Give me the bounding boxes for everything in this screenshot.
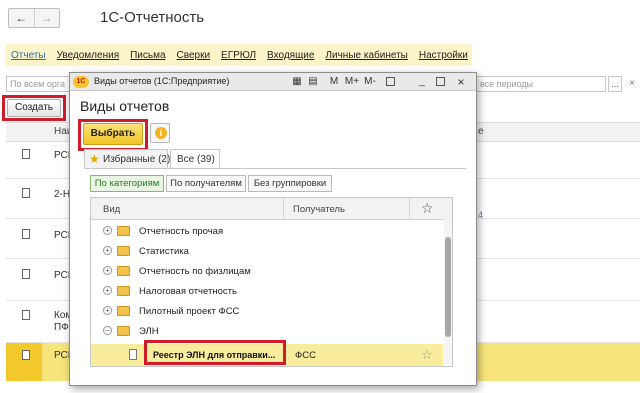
menu-item-reconciliations[interactable]: Сверки	[177, 50, 211, 61]
tree-group-row[interactable]: + Отчетность по физлицам	[91, 262, 443, 282]
favorite-column-star-icon[interactable]: ☆	[421, 200, 434, 217]
column-header-right[interactable]: е	[478, 126, 484, 137]
expand-icon[interactable]: +	[103, 226, 112, 235]
main-menu: Отчеты Уведомления Письма Сверки ЕГРЮЛ В…	[6, 44, 472, 66]
document-icon	[22, 149, 30, 159]
tree-group-row[interactable]: + Отчетность прочая	[91, 222, 443, 242]
scrollbar-thumb[interactable]	[445, 237, 451, 337]
menu-item-settings[interactable]: Настройки	[419, 50, 468, 61]
maximize-button[interactable]	[436, 77, 445, 86]
tab-all-label: Все (39)	[177, 154, 215, 165]
menu-item-reports[interactable]: Отчеты	[11, 50, 46, 61]
document-icon	[22, 350, 30, 360]
document-icon	[22, 188, 30, 198]
group-by-recipient-button[interactable]: По получателям	[166, 175, 246, 192]
dialog-window-title: Виды отчетов (1С:Предприятие)	[94, 76, 230, 86]
memory-button[interactable]: M	[328, 75, 340, 89]
info-button[interactable]: i	[150, 123, 170, 143]
minimize-button[interactable]: _	[416, 75, 428, 89]
choose-button[interactable]: Выбрать	[83, 123, 143, 145]
dialog-title: Виды отчетов	[80, 98, 170, 114]
tree-group-label: Отчетность по физлицам	[139, 266, 251, 277]
table-row[interactable]: ПФ	[54, 322, 69, 333]
period-field[interactable]: все периоды	[476, 76, 606, 92]
expand-icon[interactable]: +	[103, 266, 112, 275]
menu-item-letters[interactable]: Письма	[130, 50, 165, 61]
menu-item-incoming[interactable]: Входящие	[267, 50, 314, 61]
document-icon	[22, 269, 30, 279]
menu-item-personal-accounts[interactable]: Личные кабинеты	[325, 50, 407, 61]
favorite-star-icon[interactable]: ☆	[421, 347, 433, 363]
list-header: Вид Получатель ☆	[91, 198, 452, 220]
tab-all[interactable]: Все (39)	[170, 149, 220, 169]
folder-icon	[117, 326, 130, 336]
tree-group-label: Пилотный проект ФСС	[139, 306, 240, 317]
no-grouping-button[interactable]: Без группировки	[248, 175, 332, 192]
document-icon	[22, 310, 30, 320]
star-icon: ★	[89, 152, 100, 166]
list-scrollbar[interactable]	[444, 219, 452, 364]
calculator-icon[interactable]: ▦	[290, 75, 304, 89]
period-clear-icon[interactable]: ×	[626, 76, 638, 92]
tree-group-label: Налоговая отчетность	[139, 286, 237, 297]
column-header-kind[interactable]: Вид	[103, 204, 120, 215]
1c-logo-icon: 1С	[73, 76, 89, 88]
tab-divider	[84, 168, 466, 169]
tree-group-row[interactable]: + Пилотный проект ФСС	[91, 302, 443, 322]
folder-icon	[117, 226, 130, 236]
tree-group-label: ЭЛН	[139, 326, 159, 337]
tree-group-label: Статистика	[139, 246, 189, 257]
expand-icon[interactable]: +	[103, 246, 112, 255]
tab-favorites[interactable]: ★ Избранные (2)	[84, 149, 171, 168]
folder-icon	[117, 306, 130, 316]
tree-group-row[interactable]: + Налоговая отчетность	[91, 282, 443, 302]
expand-icon[interactable]: +	[103, 286, 112, 295]
menu-item-egrul[interactable]: ЕГРЮЛ	[221, 50, 256, 61]
tree-group-label: Отчетность прочая	[139, 226, 224, 237]
create-button[interactable]: Создать	[7, 99, 61, 117]
close-button[interactable]: ×	[454, 75, 468, 89]
document-icon	[22, 229, 30, 239]
menu-item-notifications[interactable]: Уведомления	[57, 50, 120, 61]
group-by-category-button[interactable]: По категориям	[90, 175, 164, 192]
report-recipient: ФСС	[295, 350, 316, 361]
selected-row-marker	[6, 343, 42, 381]
folder-icon	[117, 246, 130, 256]
info-icon: i	[155, 127, 167, 139]
document-icon	[129, 349, 137, 360]
column-header-recipient[interactable]: Получатель	[293, 204, 345, 215]
navigation-buttons: ← →	[8, 8, 60, 28]
restore-icon[interactable]	[386, 77, 395, 86]
collapse-icon[interactable]: −	[103, 326, 112, 335]
expand-icon[interactable]: +	[103, 306, 112, 315]
memory-minus-button[interactable]: M-	[362, 75, 378, 89]
folder-icon	[117, 266, 130, 276]
memory-plus-button[interactable]: M+	[344, 75, 360, 89]
back-icon[interactable]: ←	[9, 9, 34, 27]
tab-favorites-label: Избранные (2)	[103, 154, 171, 165]
selected-report-highlight	[144, 340, 286, 365]
organization-search-input[interactable]: По всем орга	[6, 76, 74, 92]
table-cell-value: 4	[478, 210, 484, 220]
folder-icon	[117, 286, 130, 296]
tree-group-row[interactable]: + Статистика	[91, 242, 443, 262]
column-separator	[409, 198, 410, 220]
period-select-button[interactable]: ...	[608, 76, 622, 92]
forward-icon[interactable]: →	[33, 9, 60, 27]
report-kinds-dialog: 1С Виды отчетов (1С:Предприятие) ▦ ▤ M M…	[69, 72, 477, 386]
dialog-titlebar: 1С Виды отчетов (1С:Предприятие) ▦ ▤ M M…	[70, 73, 476, 91]
app-title: 1С-Отчетность	[100, 9, 205, 26]
calendar-icon[interactable]: ▤	[306, 75, 320, 89]
column-separator	[283, 198, 284, 220]
tree-group-row[interactable]: − ЭЛН	[91, 322, 443, 342]
